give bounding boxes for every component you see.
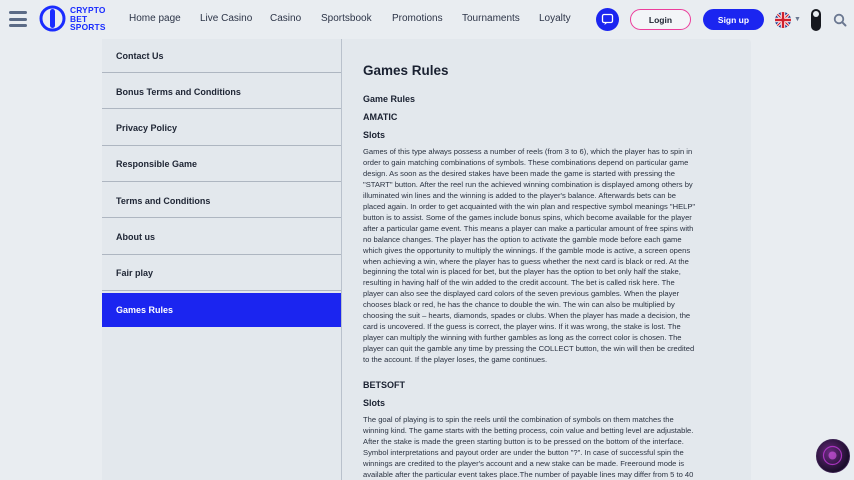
chat-bubble-icon <box>601 13 614 25</box>
paragraph-line: player can multiply the winning with fur… <box>363 333 682 343</box>
top-bar: CRYPTO BET SPORTS Home page Live Casino Ca… <box>0 0 854 40</box>
sidebar-item-bonus-terms-and-conditions[interactable]: Bonus Terms and Conditions <box>102 75 341 110</box>
toggle-knob <box>813 11 819 17</box>
paragraph-line: Games of this type always possess a numb… <box>363 147 693 156</box>
paragraph-line: winning kind. The game starts with the b… <box>363 425 694 435</box>
promo-orb-icon <box>822 445 843 466</box>
paragraph-line: available after the particular event tak… <box>363 469 694 479</box>
promo-orb-button[interactable] <box>816 439 850 473</box>
paragraph-line: to the account. If the player loses, the… <box>363 355 548 365</box>
sidebar-item-terms-and-conditions[interactable]: Terms and Conditions <box>102 184 341 219</box>
rules-paragraph: Games of this type always possess a numb… <box>363 147 727 366</box>
paragraph-line: choosing the suit – hearts, diamonds, sp… <box>363 311 691 321</box>
paragraph-line: design. As soon as the desired stakes ha… <box>363 168 675 178</box>
nav-link-home-page[interactable]: Home page <box>129 13 200 24</box>
paragraph-line: Symbol interpretations and payout order … <box>363 447 684 457</box>
main-nav: Home page Live Casino Casino Sportsbook Prom… <box>129 13 584 24</box>
sidebar: Contact Us Bonus Terms and Conditions Priv… <box>102 39 342 480</box>
nav-link-casino[interactable]: Casino <box>270 13 321 24</box>
language-selector[interactable]: ▼ <box>775 11 801 29</box>
paragraph-line: After the stake is made the green starti… <box>363 436 684 446</box>
sidebar-item-about-us[interactable]: About us <box>102 220 341 255</box>
sidebar-item-games-rules[interactable]: Games Rules <box>102 293 341 328</box>
paragraph-line: "START" button. After the reel run the a… <box>363 179 693 189</box>
paragraph-line: after a particular game event. This mean… <box>363 223 694 233</box>
logo-line: SPORTS <box>70 22 106 32</box>
page-title: Games Rules <box>363 63 449 78</box>
paragraph-line: player can also see the displayed card c… <box>363 289 680 299</box>
paragraph-line: which gives the opportunity to multiply … <box>363 245 691 255</box>
paragraph-line: The goal of playing is to spin the reels… <box>363 415 674 424</box>
provider-heading: BETSOFT <box>363 380 405 390</box>
chevron-down-icon: ▼ <box>794 16 801 23</box>
paragraph-line: illuminated win lines and the winning is… <box>363 190 676 200</box>
nav-link-loyalty[interactable]: Loyalty <box>539 13 584 24</box>
category-heading: Slots <box>363 130 386 140</box>
sidebar-item-privacy-policy[interactable]: Privacy Policy <box>102 111 341 146</box>
signup-button[interactable]: Sign up <box>703 9 764 30</box>
search-icon[interactable] <box>833 13 847 27</box>
content-panel: Games Rules Game Rules AMATIC Slots Game… <box>342 39 751 480</box>
chat-button[interactable] <box>596 8 619 31</box>
paragraph-line: card is uncovered. If the guess is corre… <box>363 322 681 332</box>
paragraph-line: player can quit the gamble any time by p… <box>363 344 695 354</box>
theme-toggle[interactable] <box>811 9 821 31</box>
section-subtitle: Game Rules <box>363 94 416 104</box>
paragraph-line: order to gain matching combinations of s… <box>363 157 689 167</box>
paragraph-line: winnings are credited to the player's ac… <box>363 458 684 468</box>
nav-link-sportsbook[interactable]: Sportsbook <box>321 13 392 24</box>
paragraph-line: no balance changes. The player has the o… <box>363 234 682 244</box>
paragraph-line: button is to assist. Some of the games i… <box>363 212 692 222</box>
login-button[interactable]: Login <box>630 9 691 30</box>
nav-link-live-casino[interactable]: Live Casino <box>200 13 270 24</box>
nav-link-promotions[interactable]: Promotions <box>392 13 462 24</box>
logo-text: CRYPTO BET SPORTS <box>70 6 106 32</box>
nav-link-tournaments[interactable]: Tournaments <box>462 13 539 24</box>
sidebar-item-fair-play[interactable]: Fair play <box>102 256 341 291</box>
paragraph-line: resulting in having half of the win adde… <box>363 278 675 288</box>
menu-icon[interactable] <box>9 11 27 27</box>
paragraph-line: beginning the total win is placed for be… <box>363 267 681 277</box>
paragraph-line: placed again. In order to get acquainted… <box>363 201 696 211</box>
rules-paragraph: The goal of playing is to spin the reels… <box>363 415 727 480</box>
logo[interactable]: CRYPTO BET SPORTS <box>39 5 121 35</box>
paragraph-line: chooses black or red, he has the chance … <box>363 300 675 310</box>
logo-mark-icon <box>39 5 66 32</box>
category-heading: Slots <box>363 398 386 408</box>
sidebar-item-responsible-game[interactable]: Responsible Game <box>102 147 341 182</box>
paragraph-line: when achieving a win, where the player h… <box>363 256 689 266</box>
provider-heading: AMATIC <box>363 112 398 122</box>
uk-flag-icon <box>775 12 791 28</box>
sidebar-item-contact-us[interactable]: Contact Us <box>102 39 341 73</box>
